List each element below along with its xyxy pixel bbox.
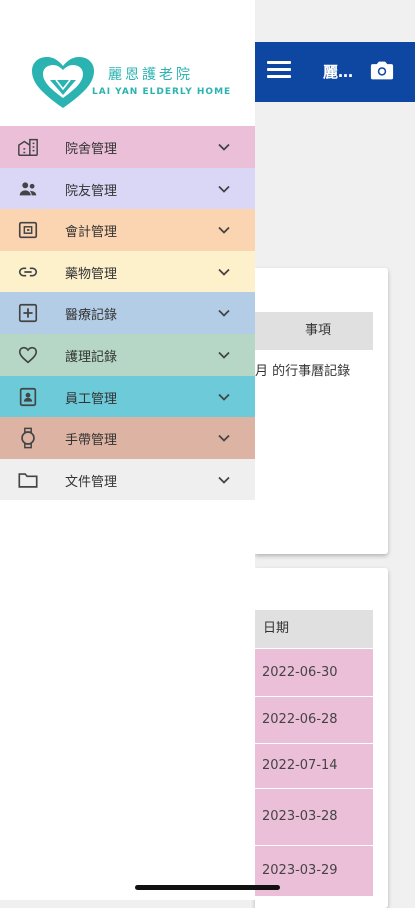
- watch-icon: [21, 427, 35, 449]
- chevron-down-icon: [218, 143, 230, 151]
- menu-item-label: 院友管理: [65, 183, 118, 199]
- menu-item-resident-management[interactable]: 院友管理: [0, 167, 255, 210]
- hamburger-menu-icon[interactable]: [267, 61, 291, 83]
- menu-item-label: 醫療記錄: [65, 308, 118, 324]
- wallet-icon: [18, 222, 38, 239]
- events-header: 事項: [255, 312, 373, 350]
- camera-icon[interactable]: [368, 56, 396, 84]
- navigation-drawer: 麗恩護老院 LAI YAN ELDERLY HOME 院舍管理 院友管理 會計管…: [0, 0, 255, 900]
- chevron-down-icon: [218, 476, 230, 484]
- menu-item-label: 院舍管理: [65, 142, 118, 157]
- logo: 麗恩護老院 LAI YAN ELDERLY HOME: [30, 56, 230, 114]
- app-title: 麗…: [323, 63, 354, 81]
- chevron-down-icon: [218, 185, 230, 193]
- table-row[interactable]: 2022-06-28: [255, 697, 373, 744]
- menu-item-accounting-management[interactable]: 會計管理: [0, 209, 255, 251]
- logo-name-en: LAI YAN ELDERLY HOME: [92, 87, 232, 97]
- drawer-menu: 院舍管理 院友管理 會計管理 藥物管理 醫療記錄 護理記錄 員工管理 手帶管理 …: [0, 126, 255, 501]
- table-row[interactable]: 2022-06-30: [255, 649, 373, 697]
- chevron-down-icon: [218, 268, 230, 276]
- menu-item-staff-management[interactable]: 員工管理: [0, 375, 255, 418]
- menu-item-facility-management[interactable]: 院舍管理: [0, 126, 255, 168]
- heart-icon: [18, 346, 38, 364]
- menu-item-label: 手帶管理: [65, 433, 118, 449]
- menu-item-label: 文件管理: [65, 474, 118, 490]
- medical-plus-icon: [18, 304, 38, 323]
- menu-item-label: 會計管理: [65, 225, 118, 241]
- chevron-down-icon: [218, 393, 230, 401]
- building-icon: [18, 138, 38, 156]
- menu-item-document-management[interactable]: 文件管理: [0, 458, 255, 501]
- events-text: 月 的行事曆記錄: [255, 364, 351, 379]
- menu-item-label: 員工管理: [65, 391, 118, 407]
- events-card: 事項 月 的行事曆記錄: [255, 268, 388, 554]
- chevron-down-icon: [218, 351, 230, 359]
- chevron-down-icon: [218, 435, 230, 442]
- heart-logo-icon: [32, 57, 94, 108]
- home-indicator[interactable]: [135, 885, 280, 890]
- chevron-down-icon: [218, 227, 230, 234]
- menu-item-label: 藥物管理: [65, 266, 118, 282]
- table-row[interactable]: 2022-07-14: [255, 744, 373, 789]
- table-row[interactable]: 2023-03-28: [255, 789, 373, 846]
- app-bar: 麗…: [255, 42, 415, 102]
- badge-icon: [19, 387, 37, 406]
- menu-item-medication-management[interactable]: 藥物管理: [0, 250, 255, 293]
- menu-item-medical-records[interactable]: 醫療記錄: [0, 292, 255, 334]
- logo-name-zh: 麗恩護老院: [108, 67, 193, 83]
- dates-card: 日期 2022-06-30 2022-06-28 2022-07-14 2023…: [255, 568, 388, 908]
- menu-item-label: 護理記錄: [65, 349, 118, 365]
- people-icon: [19, 181, 37, 196]
- menu-item-nursing-records[interactable]: 護理記錄: [0, 333, 255, 376]
- menu-item-wristband-management[interactable]: 手帶管理: [0, 417, 255, 459]
- chevron-down-icon: [218, 310, 230, 318]
- dates-header: 日期: [255, 610, 373, 648]
- folder-icon: [18, 472, 38, 488]
- link-icon: [18, 267, 38, 277]
